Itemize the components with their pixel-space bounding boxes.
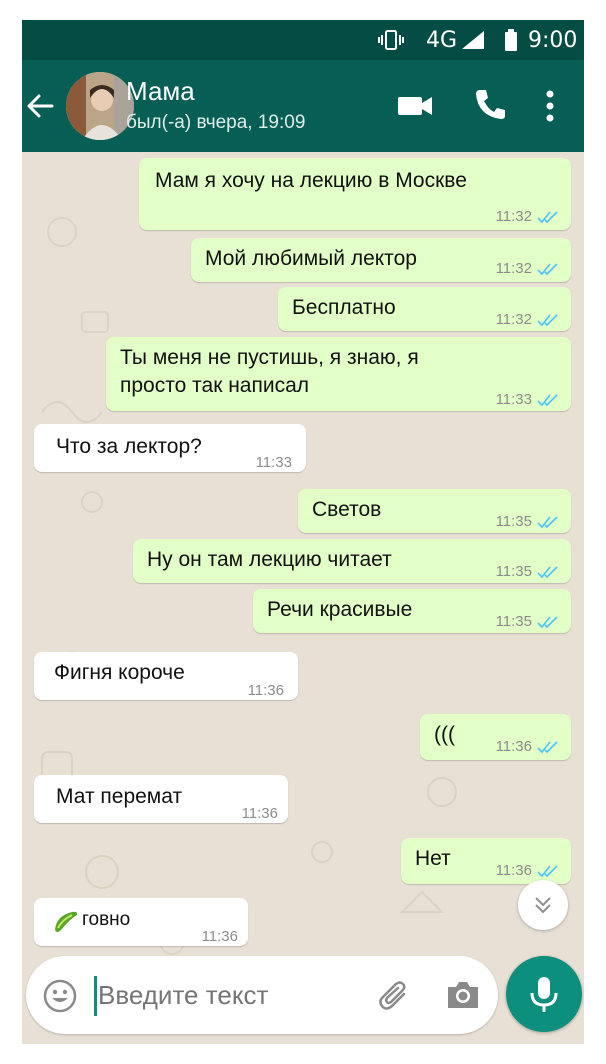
message-time: 11:33 bbox=[255, 454, 292, 471]
more-options-button[interactable] bbox=[540, 88, 560, 124]
message-time: 11:35 bbox=[495, 563, 532, 580]
network-type: 4G bbox=[426, 27, 458, 53]
signal-icon bbox=[460, 28, 486, 52]
message-incoming[interactable]: Мат перемат 11:36 bbox=[34, 775, 288, 823]
message-meta: 11:33 bbox=[256, 448, 292, 478]
message-time: 11:36 bbox=[247, 682, 284, 699]
double-check-icon bbox=[537, 566, 558, 579]
message-text: Нет bbox=[415, 847, 451, 870]
video-call-button[interactable] bbox=[396, 90, 436, 122]
message-text: Мат перемат bbox=[56, 785, 183, 808]
status-bar: 4G 9:00 bbox=[22, 20, 584, 60]
message-input[interactable] bbox=[98, 972, 368, 1018]
voice-call-button[interactable] bbox=[472, 86, 508, 122]
message-time: 11:36 bbox=[201, 928, 238, 945]
back-button[interactable] bbox=[24, 90, 60, 126]
battery-icon bbox=[504, 28, 518, 52]
double-check-icon bbox=[537, 263, 558, 276]
text-cursor bbox=[94, 976, 97, 1016]
message-outgoing[interactable]: Мам я хочу на лекцию в Москве 11:32 bbox=[139, 158, 571, 230]
last-seen: был(-а) вчера, 19:09 bbox=[126, 112, 306, 133]
message-time: 11:36 bbox=[495, 738, 532, 755]
message-text: Ну он там лекцию читает bbox=[147, 548, 392, 571]
message-text: Бесплатно bbox=[292, 296, 396, 319]
message-meta: 11:33 bbox=[496, 385, 559, 415]
double-check-icon bbox=[537, 314, 558, 327]
message-text: ((( bbox=[434, 723, 455, 746]
message-time: 11:32 bbox=[495, 260, 532, 277]
message-text: Что за лектор? bbox=[56, 435, 202, 458]
clock: 9:00 bbox=[528, 27, 578, 53]
contact-name[interactable]: Мама bbox=[126, 76, 195, 107]
attach-button[interactable] bbox=[374, 976, 414, 1016]
double-check-icon bbox=[537, 516, 558, 529]
video-call-icon bbox=[398, 97, 432, 115]
message-time: 11:33 bbox=[495, 391, 532, 408]
mic-icon bbox=[530, 977, 558, 1012]
message-meta: 11:32 bbox=[496, 202, 559, 232]
message-outgoing[interactable]: Бесплатно 11:32 bbox=[278, 287, 571, 331]
message-text: Светов bbox=[312, 498, 382, 521]
chat-header: Мама был(-а) вчера, 19:09 bbox=[22, 60, 584, 152]
arrow-left-icon bbox=[27, 94, 54, 118]
vibrate-icon bbox=[378, 28, 404, 52]
emoji-button[interactable] bbox=[42, 978, 78, 1014]
message-time: 11:32 bbox=[495, 311, 532, 328]
message-meta: 11:35 bbox=[496, 607, 559, 637]
message-meta: 11:32 bbox=[496, 305, 559, 335]
double-check-icon bbox=[537, 865, 558, 878]
message-time: 11:35 bbox=[495, 613, 532, 630]
emoji-icon bbox=[43, 979, 77, 1013]
message-incoming[interactable]: Фигня короче 11:36 bbox=[34, 652, 298, 700]
message-text: Мой любимый лектор bbox=[205, 247, 417, 270]
message-meta: 11:35 bbox=[496, 507, 559, 537]
message-outgoing[interactable]: Светов 11:35 bbox=[298, 489, 571, 533]
message-meta: 11:36 bbox=[248, 676, 284, 706]
double-check-icon bbox=[537, 741, 558, 754]
message-outgoing[interactable]: Ты меня не пустишь, я знаю, я просто так… bbox=[106, 337, 571, 411]
paperclip-icon bbox=[379, 981, 406, 1010]
phone-icon bbox=[476, 90, 505, 119]
voice-record-button[interactable] bbox=[506, 956, 582, 1032]
camera-icon bbox=[448, 982, 478, 1008]
message-meta: 11:36 bbox=[242, 799, 278, 829]
message-outgoing[interactable]: Нет 11:36 bbox=[401, 838, 571, 884]
message-meta: 11:35 bbox=[496, 557, 559, 587]
phone-screen: 4G 9:00 Мама был(-а) вчера, 19:09 Мам я … bbox=[22, 20, 584, 1044]
message-time: 11:32 bbox=[495, 208, 532, 225]
avatar[interactable] bbox=[66, 72, 134, 140]
message-text: говно bbox=[82, 909, 131, 930]
chevron-double-down-icon bbox=[535, 897, 551, 914]
message-meta: 11:36 bbox=[202, 922, 238, 952]
message-meta: 11:32 bbox=[496, 254, 559, 284]
message-text-line: просто так написал bbox=[120, 374, 310, 397]
message-text-line: Ты меня не пустишь, я знаю, я bbox=[120, 346, 419, 369]
camera-button[interactable] bbox=[444, 976, 482, 1014]
message-text: Фигня короче bbox=[54, 661, 185, 684]
message-composer bbox=[26, 956, 498, 1034]
scroll-to-bottom-button[interactable] bbox=[518, 880, 568, 930]
message-outgoing[interactable]: Речи красивые 11:35 bbox=[253, 589, 571, 633]
message-meta: 11:36 bbox=[496, 732, 559, 762]
double-check-icon bbox=[537, 616, 558, 629]
double-check-icon bbox=[537, 394, 558, 407]
message-time: 11:36 bbox=[495, 862, 532, 879]
message-outgoing[interactable]: Ну он там лекцию читает 11:35 bbox=[133, 539, 571, 583]
message-text: Речи красивые bbox=[267, 598, 413, 621]
double-check-icon bbox=[537, 211, 558, 224]
cucumber-emoji bbox=[52, 908, 80, 943]
message-incoming[interactable]: Что за лектор? 11:33 bbox=[34, 424, 306, 472]
message-outgoing[interactable]: Мой любимый лектор 11:32 bbox=[191, 238, 571, 282]
message-incoming[interactable]: говно 11:36 bbox=[34, 898, 248, 946]
more-vert-icon bbox=[546, 90, 554, 122]
message-time: 11:36 bbox=[241, 805, 278, 822]
message-text: Мам я хочу на лекцию в Москве bbox=[155, 169, 467, 192]
message-outgoing[interactable]: ((( 11:36 bbox=[420, 714, 571, 760]
message-time: 11:35 bbox=[495, 513, 532, 530]
